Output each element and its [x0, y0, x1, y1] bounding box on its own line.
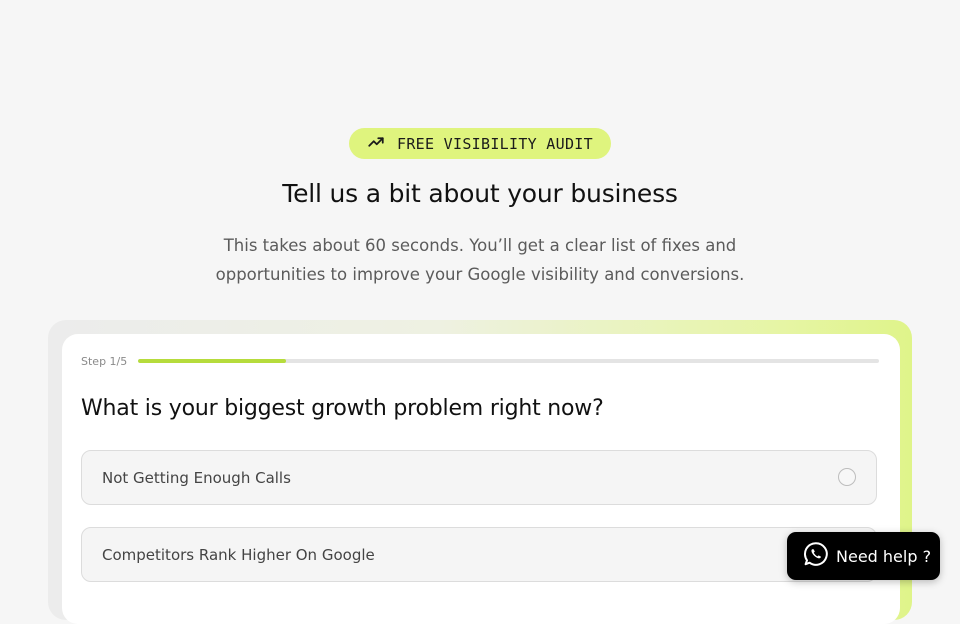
- subtitle-line-2: opportunities to improve your Google vis…: [215, 265, 745, 284]
- progress-bar: [138, 359, 879, 363]
- option-not-enough-calls[interactable]: Not Getting Enough Calls: [81, 450, 877, 505]
- trending-up-icon: [367, 133, 385, 155]
- badge-label: FREE VISIBILITY AUDIT: [397, 134, 593, 153]
- subtitle-line-1: This takes about 60 seconds. You’ll get …: [223, 236, 737, 255]
- need-help-button[interactable]: Need help ?: [787, 532, 940, 580]
- option-competitors-rank-higher[interactable]: Competitors Rank Higher On Google: [81, 527, 877, 582]
- page-subtitle: This takes about 60 seconds. You’ll get …: [180, 231, 780, 289]
- radio-button[interactable]: [838, 468, 856, 486]
- progress-bar-fill: [138, 359, 287, 363]
- whatsapp-icon: [803, 541, 829, 571]
- question-title: What is your biggest growth problem righ…: [81, 396, 604, 421]
- free-audit-badge: FREE VISIBILITY AUDIT: [349, 128, 611, 159]
- step-indicator: Step 1/5: [81, 355, 128, 368]
- need-help-label: Need help ?: [836, 546, 932, 566]
- option-label: Competitors Rank Higher On Google: [102, 545, 375, 564]
- option-label: Not Getting Enough Calls: [102, 468, 291, 487]
- page-title: Tell us a bit about your business: [282, 179, 678, 208]
